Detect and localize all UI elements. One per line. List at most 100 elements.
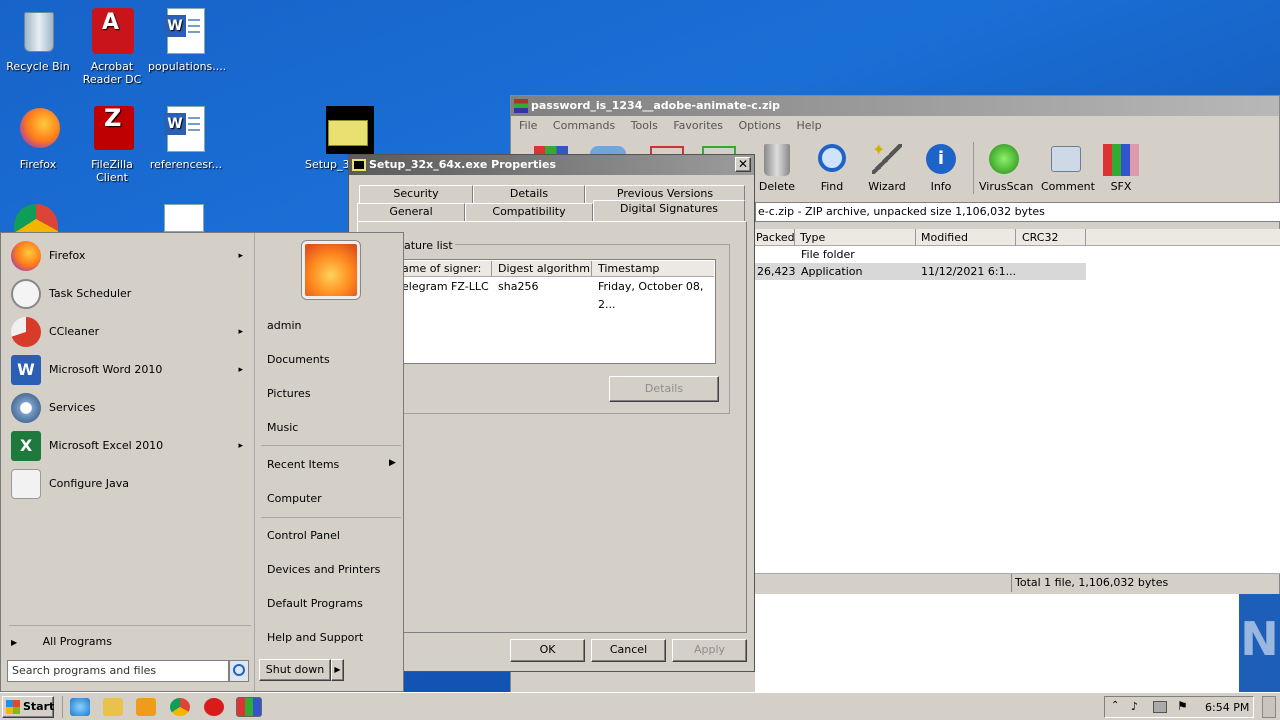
opera-icon[interactable] <box>204 698 224 716</box>
program-label: Configure Java <box>49 477 130 490</box>
menu-file[interactable]: File <box>519 119 537 132</box>
start-button[interactable]: Start <box>2 696 54 718</box>
tab-general[interactable]: General <box>357 203 465 221</box>
cell-packed: 26,423 <box>757 265 796 278</box>
ie-icon[interactable] <box>70 698 90 716</box>
toolbar-sfx[interactable]: SFX <box>1099 142 1143 193</box>
tab-details[interactable]: Details <box>473 185 585 203</box>
search-icon[interactable] <box>229 660 249 682</box>
file-row-selected[interactable]: 26,423 Application 11/12/2021 6:1... <box>755 263 1086 280</box>
program-services[interactable]: Services <box>9 391 249 425</box>
setup-file-icon <box>352 159 366 171</box>
close-button[interactable]: ✕ <box>735 157 751 172</box>
cell-digest: sha256 <box>498 280 539 293</box>
search-input[interactable]: Search programs and files <box>7 660 229 682</box>
tab-compatibility[interactable]: Compatibility <box>465 203 593 221</box>
apply-button[interactable]: Apply <box>672 639 747 662</box>
show-desktop-button[interactable] <box>1262 696 1276 718</box>
link-devices-printers[interactable]: Devices and Printers <box>267 563 380 576</box>
column-modified[interactable]: Modified <box>916 229 1016 246</box>
link-admin[interactable]: admin <box>267 319 301 332</box>
toolbar-wizard[interactable]: ✦ Wizard <box>865 140 909 193</box>
program-excel[interactable]: X Microsoft Excel 2010 ▸ <box>9 429 249 463</box>
file-row[interactable]: File folder <box>755 246 1280 263</box>
toolbar-comment[interactable]: Comment <box>1041 142 1095 193</box>
chrome-icon[interactable] <box>170 698 190 716</box>
menu-commands[interactable]: Commands <box>553 119 615 132</box>
user-picture[interactable] <box>302 241 360 299</box>
program-firefox[interactable]: Firefox ▸ <box>9 239 249 273</box>
signature-list[interactable]: ame of signer: Digest algorithm Timestam… <box>398 259 716 364</box>
explorer-icon[interactable] <box>103 698 123 716</box>
column-type[interactable]: Type <box>796 229 916 246</box>
properties-title-bar[interactable]: Setup_32x_64x.exe Properties ✕ <box>349 155 754 175</box>
column-signer[interactable]: ame of signer: <box>400 261 492 276</box>
menu-favorites[interactable]: Favorites <box>673 119 723 132</box>
link-music[interactable]: Music <box>267 421 298 434</box>
volume-icon[interactable]: ♪ <box>1131 700 1138 713</box>
desktop-icon-populations[interactable]: populations.... <box>148 8 226 73</box>
network-icon[interactable] <box>1153 701 1167 713</box>
archive-path-bar[interactable]: e-c.zip - ZIP archive, unpacked size 1,1… <box>755 202 1280 222</box>
link-recent-items[interactable]: Recent Items <box>267 458 339 471</box>
winrar-app-icon <box>514 99 528 113</box>
menu-options[interactable]: Options <box>739 119 781 132</box>
word-document-icon <box>162 106 210 154</box>
firefox-icon <box>14 106 62 154</box>
filezilla-icon: Z <box>88 106 136 154</box>
winrar-title-bar[interactable]: password_is_1234__adobe-animate-c.zip <box>511 96 1279 116</box>
column-timestamp[interactable]: Timestamp <box>592 261 716 276</box>
program-word[interactable]: W Microsoft Word 2010 ▸ <box>9 353 249 387</box>
desktop-icon-recycle-bin[interactable]: Recycle Bin <box>0 8 76 73</box>
toolbar-label: Comment <box>1041 180 1095 193</box>
program-configure-java[interactable]: Configure Java <box>9 467 249 501</box>
program-ccleaner[interactable]: CCleaner ▸ <box>9 315 249 349</box>
toolbar-delete[interactable]: Delete <box>757 142 797 193</box>
envelope-icon <box>312 106 374 154</box>
all-programs[interactable]: ▶ All Programs <box>11 633 251 651</box>
tab-digital-signatures[interactable]: Digital Signatures <box>593 200 745 221</box>
shutdown-options-button[interactable]: ▶ <box>331 659 344 681</box>
desktop-icon-references[interactable]: referencesr... <box>148 106 224 171</box>
desktop-icon-filezilla[interactable]: Z FileZilla Client <box>74 106 150 184</box>
signature-row[interactable]: elegram FZ-LLC sha256 Friday, October 08… <box>399 278 715 311</box>
clock[interactable]: 6:54 PM <box>1205 701 1249 714</box>
tab-security[interactable]: Security <box>359 185 473 203</box>
word-document-icon[interactable] <box>164 204 204 232</box>
desktop-icon-firefox[interactable]: Firefox <box>0 106 76 171</box>
program-task-scheduler[interactable]: Task Scheduler <box>9 277 249 311</box>
submenu-arrow-icon: ▶ <box>389 458 396 468</box>
link-control-panel[interactable]: Control Panel <box>267 529 340 542</box>
windows-logo-icon <box>6 700 20 714</box>
link-help-support[interactable]: Help and Support <box>267 631 363 644</box>
search-placeholder: Search programs and files <box>12 664 157 677</box>
column-packed[interactable]: Packed <box>755 229 795 246</box>
link-documents[interactable]: Documents <box>267 353 330 366</box>
media-player-icon[interactable] <box>136 698 156 716</box>
chrome-desktop-icon[interactable] <box>14 204 58 234</box>
toolbar-find[interactable]: Find <box>812 142 852 193</box>
desktop-icon-acrobat[interactable]: A Acrobat Reader DC <box>74 8 150 86</box>
file-list[interactable]: Packed Type Modified CRC32 File folder 2… <box>755 229 1280 574</box>
toolbar-virusscan[interactable]: VirusScan <box>979 142 1033 193</box>
link-computer[interactable]: Computer <box>267 492 322 505</box>
details-button[interactable]: Details <box>609 376 719 402</box>
shutdown-button[interactable]: Shut down <box>259 659 331 681</box>
winrar-taskbar-icon[interactable] <box>236 697 262 717</box>
menu-tools[interactable]: Tools <box>631 119 658 132</box>
link-pictures[interactable]: Pictures <box>267 387 311 400</box>
column-digest[interactable]: Digest algorithm <box>492 261 592 276</box>
program-label: CCleaner <box>49 325 100 338</box>
sfx-icon <box>1103 144 1139 176</box>
cancel-button[interactable]: Cancel <box>591 639 666 662</box>
action-center-flag-icon[interactable]: ⚑ <box>1177 699 1188 713</box>
desktop-icon-label: referencesr... <box>149 158 223 171</box>
toolbar-label: Info <box>930 180 952 193</box>
toolbar-info[interactable]: i Info <box>921 142 961 193</box>
column-crc32[interactable]: CRC32 <box>1016 229 1086 246</box>
ok-button[interactable]: OK <box>510 639 585 662</box>
menu-help[interactable]: Help <box>796 119 821 132</box>
acrobat-icon: A <box>88 8 136 56</box>
link-default-programs[interactable]: Default Programs <box>267 597 363 610</box>
show-hidden-icons-icon[interactable]: ⌃ <box>1111 700 1119 711</box>
